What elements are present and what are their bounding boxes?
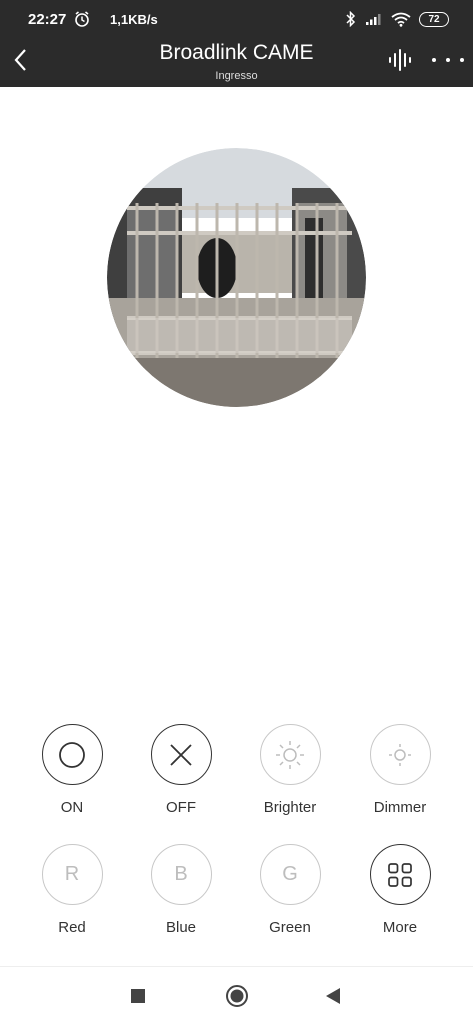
battery-icon: 72 [419, 11, 449, 27]
dimmer-circle[interactable] [369, 724, 431, 785]
status-bar: 22:27 1,1KB/s 72 [0, 0, 473, 40]
dimmer-label: Dimmer [373, 799, 427, 816]
app-header: Broadlink CAME Ingresso [0, 40, 473, 87]
home-button[interactable] [224, 983, 250, 1009]
voice-wave-icon[interactable] [386, 48, 414, 72]
alarm-icon [75, 11, 89, 27]
green-circle[interactable]: G [259, 844, 321, 905]
signal-icon [366, 14, 381, 25]
sun-dim-icon [389, 743, 411, 766]
on-circle[interactable] [41, 724, 103, 785]
off-label: OFF [166, 799, 196, 816]
green-button[interactable]: G Green [245, 844, 335, 936]
home-circle-icon [226, 985, 248, 1007]
network-speed: 1,1KB/s [110, 12, 158, 27]
more-button[interactable]: More [355, 844, 445, 936]
red-letter: R [64, 863, 80, 885]
on-label: ON [60, 799, 84, 816]
more-label: More [382, 919, 418, 936]
triangle-back-icon [326, 988, 340, 1004]
off-circle[interactable] [150, 724, 212, 785]
green-letter: G [282, 863, 298, 885]
red-button[interactable]: R Red [27, 844, 117, 936]
grid-icon [388, 862, 412, 887]
blue-button[interactable]: B Blue [136, 844, 226, 936]
recents-button[interactable] [125, 983, 151, 1009]
dot-icon [460, 58, 464, 62]
blue-label: Blue [165, 919, 197, 936]
wifi-icon [391, 12, 411, 27]
on-button[interactable]: ON [27, 724, 117, 816]
sun-bright-icon [276, 740, 304, 769]
brighter-circle[interactable] [259, 724, 321, 785]
blue-circle[interactable]: B [150, 844, 212, 905]
status-time: 22:27 [28, 11, 67, 28]
red-label: Red [58, 919, 86, 936]
dimmer-button[interactable]: Dimmer [355, 724, 445, 816]
device-photo [107, 148, 366, 407]
more-circle[interactable] [369, 844, 431, 905]
status-icons: 72 [345, 11, 449, 27]
dot-icon [432, 58, 436, 62]
top-bar: 22:27 1,1KB/s 72 Broadlink CAME Ingresso [0, 0, 473, 87]
dot-icon [446, 58, 450, 62]
more-options-button[interactable] [432, 48, 464, 72]
brighter-button[interactable]: Brighter [245, 724, 335, 816]
system-nav-bar [0, 966, 473, 1024]
square-icon [131, 989, 145, 1003]
off-button[interactable]: OFF [136, 724, 226, 816]
close-icon [170, 743, 192, 766]
battery-level: 72 [428, 13, 440, 25]
red-circle[interactable]: R [41, 844, 103, 905]
back-nav-button[interactable] [320, 983, 346, 1009]
power-on-icon [59, 741, 85, 768]
brighter-label: Brighter [263, 799, 317, 816]
blue-letter: B [174, 863, 188, 885]
bluetooth-icon [346, 11, 356, 27]
green-label: Green [269, 919, 311, 936]
